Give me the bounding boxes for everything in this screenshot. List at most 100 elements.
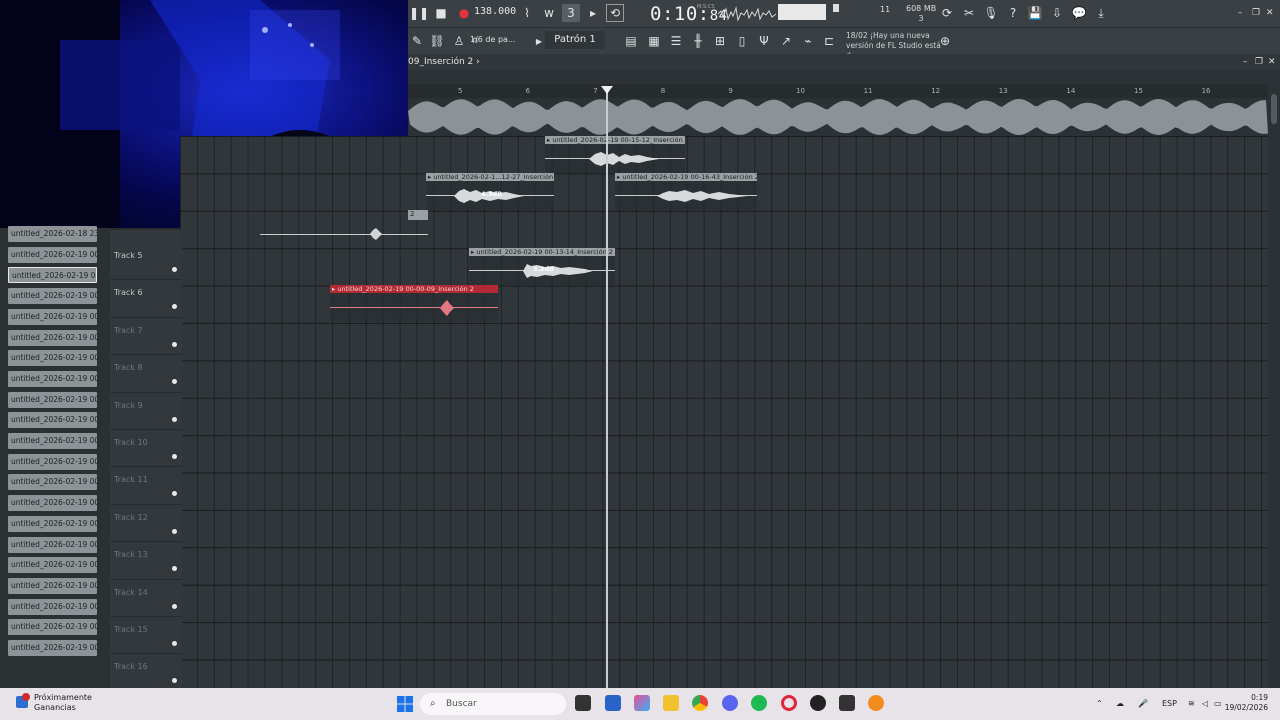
track-mute-button[interactable] [172,341,177,347]
audio-clip[interactable]: ▸ untitled_2026-02-19 00-13-14_Inserción… [469,248,615,285]
file-explorer-icon[interactable] [663,695,679,711]
store-icon[interactable] [605,695,621,711]
windows-start-icon[interactable] [397,696,413,712]
track-mute-button[interactable] [172,603,177,609]
track-header[interactable]: Track 9 [110,393,182,430]
stop-button[interactable]: ■ [432,4,450,22]
pencil-icon[interactable]: ✎ [408,32,426,50]
track-mute-button[interactable] [172,379,177,385]
picker-item[interactable]: untitled_2026-02-19 00-... [8,329,97,346]
track-header[interactable]: Track 7 [110,318,182,356]
download-icon[interactable]: ⤓ [1092,4,1110,22]
task-view-icon[interactable] [575,695,591,711]
track-header[interactable]: Track 8 [110,355,182,393]
capcut-icon[interactable] [839,695,855,711]
wifi-icon[interactable]: ≋ [1188,699,1195,708]
pause-button[interactable]: ❚❚ [409,4,429,22]
weather-widget[interactable]: Próximamente Ganancias [34,693,92,713]
countdown-icon[interactable]: 3 [562,4,580,22]
fl-studio-icon[interactable] [868,695,884,711]
picker-item[interactable]: untitled_2026-02-19 00-... [8,640,97,656]
pitch-knob[interactable] [833,4,839,12]
track-mute-button[interactable] [172,454,177,459]
picker-item[interactable]: untitled_2026-02-19 00-... [8,619,97,636]
picker-item[interactable]: untitled_2026-02-19 00-... [8,453,97,470]
spotify-icon[interactable] [751,695,767,711]
track-mute-button[interactable] [172,678,177,684]
onedrive-icon[interactable]: ☁ [1116,699,1124,708]
mic-tray-icon[interactable]: 🎤 [1138,699,1148,708]
tempo-display[interactable]: 138.000 [474,6,516,17]
pattern-select[interactable]: Patrón 1 [545,31,605,49]
audio-clip-selected[interactable]: ▸ untitled_2026-02-19 00-00-09_Inserción… [330,285,498,322]
language-indicator[interactable]: ESP [1162,699,1177,708]
record-button[interactable]: ● [455,4,473,22]
playlist-titlebar[interactable]: 09_Inserción 2 › [408,54,1280,70]
link-icon[interactable]: ⛓ [428,32,446,50]
opera-icon[interactable] [781,695,797,711]
picker-item[interactable]: untitled_2026-02-19 00-... [8,246,97,263]
minimize-icon[interactable]: – [1238,8,1243,18]
mic-icon[interactable]: 🎙 [982,4,1000,22]
partial-clip-label[interactable]: 2 [408,210,428,220]
track-mute-button[interactable] [172,528,177,534]
loop-record-icon[interactable]: ⟲ [606,4,624,22]
plug-icon[interactable]: ⌁ [799,32,817,50]
chat-icon[interactable]: 💬 [1070,4,1088,22]
track-mute-button[interactable] [172,304,177,310]
wait-icon[interactable]: w [540,4,558,22]
close-icon[interactable]: ✕ [1266,8,1274,18]
restore-icon[interactable]: ❐ [1252,8,1260,18]
playlist-overview[interactable] [408,70,1280,84]
undo-icon[interactable]: ⟳ [938,4,956,22]
playlist-close-icon[interactable]: ✕ [1268,57,1276,67]
channel-rack-icon[interactable]: ☰ [667,32,685,50]
picker-item[interactable]: untitled_2026-02-19 00-... [8,474,97,491]
battery-icon[interactable]: ▭ [1214,699,1222,708]
track-header[interactable]: Track 15 [110,617,182,655]
tray-chevron-icon[interactable]: ⌃ [1096,699,1103,708]
vertical-scrollbar[interactable] [1268,84,1280,688]
picker-item[interactable]: untitled_2026-02-19 00-... [8,577,97,594]
metronome-icon[interactable]: ⌇ [518,4,536,22]
track-mute-button[interactable] [172,566,177,572]
step-icon[interactable]: ▸ [584,4,602,22]
audio-clip[interactable]: ▸ untitled_2026-02-19 00-15-12_Inserción… [545,136,685,173]
playlist-grid[interactable] [180,136,1268,688]
track-header[interactable]: Track 14 [110,580,182,617]
track-mute-button[interactable] [172,267,177,272]
track-mute-button[interactable] [172,641,177,646]
picker-item[interactable]: untitled_2026-02-19 00-... [8,308,97,325]
plugin-icon[interactable]: ▯ [733,32,751,50]
snap-select[interactable]: 1/6 de pa... [470,35,516,44]
discord-icon[interactable] [722,695,738,711]
track-header[interactable]: Track 13 [110,542,182,580]
cart-icon[interactable]: ⊏ [820,32,838,50]
help-icon[interactable]: ? [1004,4,1022,22]
playlist-restore-icon[interactable]: ❐ [1255,57,1263,67]
wand-icon[interactable]: ↗ [777,32,795,50]
picker-item[interactable]: untitled_2026-02-19 00-... [8,495,97,512]
picker-item[interactable]: untitled_2026-02-18 23-... [8,226,97,242]
track-header[interactable]: Track 11 [110,467,182,505]
obs-icon[interactable] [810,695,826,711]
track-mute-button[interactable] [172,491,177,497]
picker-item[interactable]: untitled_2026-02-19 00-... [8,515,97,532]
picker-item[interactable]: untitled_2026-02-19 00-... [8,267,97,284]
playlist-minimize-icon[interactable]: – [1243,57,1248,67]
taskbar-search[interactable]: Buscar [420,693,566,715]
system-clock[interactable]: 0:19 19/02/2026 [1222,693,1268,713]
save-icon[interactable]: 💾 [1026,4,1044,22]
playhead[interactable] [606,88,608,688]
playhead-marker-icon[interactable] [601,86,613,94]
cut-icon[interactable]: ✂ [960,4,978,22]
picker-item[interactable]: untitled_2026-02-19 00-... [8,598,97,615]
timeline-ruler[interactable]: 5 6 7 8 9 10 11 12 13 14 15 16 [408,84,1268,98]
chrome-icon[interactable] [692,695,708,711]
globe-icon[interactable]: ⊕ [936,32,954,50]
mixer-icon[interactable]: ╫ [689,32,707,50]
track-header[interactable]: Track 10 [110,430,182,468]
volume-icon[interactable]: ◁ [1202,699,1208,708]
picker-item[interactable]: untitled_2026-02-19 00-... [8,370,97,387]
picker-item[interactable]: untitled_2026-02-19 00-... [8,288,97,305]
